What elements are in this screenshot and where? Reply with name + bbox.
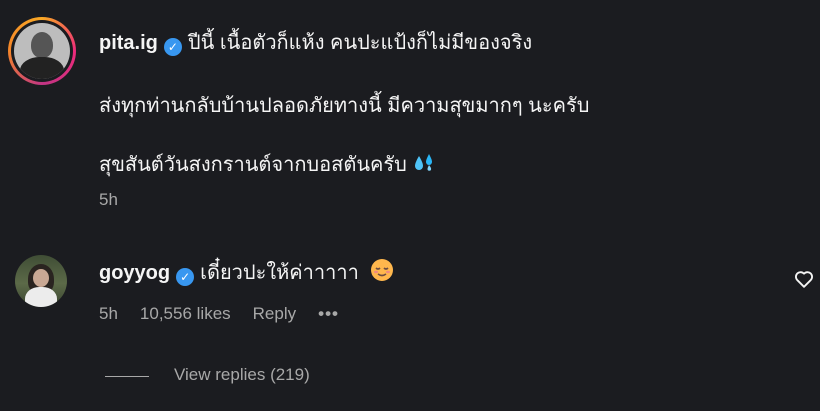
comment-third-line: สุขสันต์วันสงกรานต์จากบอสตันครับ (99, 152, 436, 180)
avatar-suit (20, 57, 64, 79)
comment-line-3: สุขสันต์วันสงกรานต์จากบอสตันครับ (99, 154, 407, 176)
story-ring[interactable] (8, 17, 76, 85)
comment-line-1: ปีนี้ เนื้อตัวก็แห้ง คนปะแป้งก็ไม่มีของจ… (187, 32, 533, 54)
avatar-frame (11, 20, 73, 82)
avatar-face (33, 269, 49, 287)
comment-first-line: pita.ig ✓ ปีนี้ เนื้อตัวก็แห้ง คนปะแป้งก็ไ… (99, 31, 532, 56)
avatar-pita[interactable] (14, 23, 70, 79)
relieved-face-icon (370, 258, 394, 288)
username-pita[interactable]: pita.ig (99, 32, 158, 54)
view-replies-button[interactable]: View replies (219) (174, 365, 310, 385)
verified-badge-icon: ✓ (163, 38, 182, 56)
reply-meta: 5h 10,556 likes Reply ••• (99, 304, 361, 324)
view-replies-divider (105, 376, 149, 377)
reply-button[interactable]: Reply (253, 304, 296, 323)
comment-line-2: ส่งทุกท่านกลับบ้านปลอดภัยทางนี้ มีความสุ… (99, 95, 590, 117)
username-goyyog[interactable]: goyyog (99, 262, 170, 284)
sweat-droplets-icon (412, 152, 436, 180)
heart-icon[interactable] (793, 268, 815, 290)
avatar-head (31, 32, 53, 58)
reply-likes[interactable]: 10,556 likes (140, 304, 231, 323)
verified-badge-icon: ✓ (176, 268, 195, 286)
avatar-dress (25, 287, 57, 307)
comment-time: 5h (99, 190, 118, 209)
reply-text: เดี๋ยวปะให้ค่าาาาา (200, 262, 359, 284)
avatar-goyyog[interactable] (15, 255, 67, 307)
reply-time: 5h (99, 304, 118, 323)
reply-line: goyyog ✓ เดี๋ยวปะให้ค่าาาาา (99, 258, 394, 288)
more-options-icon[interactable]: ••• (318, 304, 339, 323)
